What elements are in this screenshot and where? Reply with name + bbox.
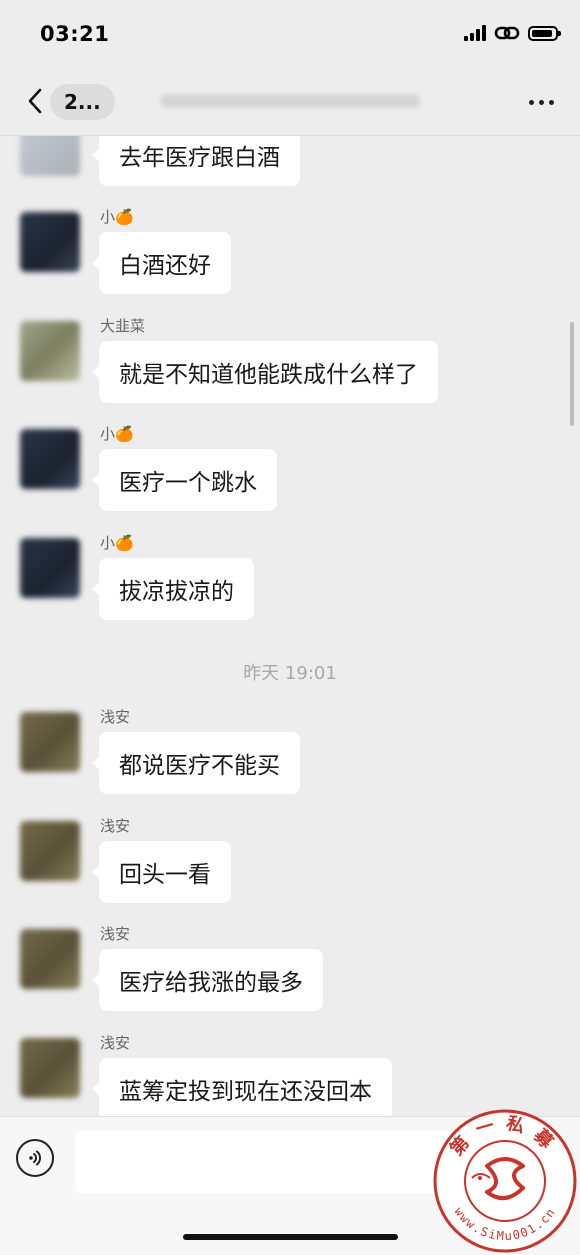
message-bubble[interactable]: 蓝筹定投到现在还没回本 <box>92 1058 392 1116</box>
sender-name: 浅安 <box>100 1034 131 1052</box>
message-text: 拔凉拔凉的 <box>119 579 234 605</box>
message-text: 医疗给我涨的最多 <box>119 970 303 996</box>
message-bubble[interactable]: 白酒还好 <box>92 232 231 294</box>
voice-input-button[interactable] <box>16 1139 54 1177</box>
message-bubble[interactable]: 拔凉拔凉的 <box>92 558 254 620</box>
scrollbar[interactable] <box>570 322 574 426</box>
signal-icon <box>464 25 486 41</box>
avatar[interactable] <box>20 1038 80 1098</box>
message-bubble[interactable]: 都说医疗不能买 <box>92 732 300 794</box>
more-options-button[interactable] <box>529 92 554 112</box>
battery-icon <box>528 25 561 41</box>
message-text: 蓝筹定投到现在还没回本 <box>119 1079 372 1105</box>
link-icon <box>494 26 520 40</box>
sender-name: 浅安 <box>100 817 131 835</box>
sender-name: 小🍊 <box>100 425 134 443</box>
avatar[interactable] <box>20 929 80 989</box>
sender-name: 浅安 <box>100 925 131 943</box>
message-input[interactable] <box>75 1131 459 1193</box>
back-button[interactable] <box>20 84 50 118</box>
unread-count-pill[interactable]: 2... <box>50 84 115 120</box>
message-text: 就是不知道他能跌成什么样了 <box>119 362 418 388</box>
message-bubble[interactable]: 医疗给我涨的最多 <box>92 949 323 1011</box>
voice-icon <box>29 1150 41 1166</box>
message-text: 都说医疗不能买 <box>119 753 280 779</box>
message-bubble[interactable]: 回头一看 <box>92 841 231 903</box>
message-text: 医疗一个跳水 <box>119 470 257 496</box>
more-dot-icon <box>549 99 554 105</box>
avatar[interactable] <box>20 212 80 272</box>
avatar[interactable] <box>20 538 80 598</box>
status-bar: 03:21 <box>0 0 580 70</box>
message-bubble[interactable]: 去年医疗跟白酒 <box>92 136 300 186</box>
message-bubble[interactable]: 就是不知道他能跌成什么样了 <box>92 341 438 403</box>
sender-name: 大韭菜 <box>100 317 146 335</box>
sender-name: 小🍊 <box>100 534 134 552</box>
message-bubble[interactable]: 医疗一个跳水 <box>92 449 277 511</box>
avatar[interactable] <box>20 429 80 489</box>
status-time: 03:21 <box>40 22 110 46</box>
message-text: 回头一看 <box>119 862 211 888</box>
sender-name: 浅安 <box>100 708 131 726</box>
message-text: 去年医疗跟白酒 <box>119 145 280 171</box>
watermark-logo: 第一私募 www.SiMu001.cn <box>433 1109 577 1253</box>
sender-name: 小🍊 <box>100 208 134 226</box>
unread-count: 2... <box>64 90 101 114</box>
chevron-left-icon <box>28 88 42 114</box>
avatar[interactable] <box>20 821 80 881</box>
chat-message-list[interactable]: 去年医疗跟白酒 小🍊 白酒还好 大韭菜 就是不知道他能跌成什么样了 小🍊 医疗一… <box>0 136 580 1116</box>
more-dot-icon <box>529 99 534 105</box>
status-icons <box>464 24 561 42</box>
avatar[interactable] <box>20 321 80 381</box>
message-text: 白酒还好 <box>119 253 211 279</box>
chat-title-blurred <box>160 94 420 108</box>
message-timestamp: 昨天 19:01 <box>243 663 337 684</box>
avatar[interactable] <box>20 136 80 176</box>
chat-header: 2... <box>0 70 580 136</box>
avatar[interactable] <box>20 712 80 772</box>
home-indicator[interactable] <box>183 1234 398 1240</box>
more-dot-icon <box>539 99 544 105</box>
